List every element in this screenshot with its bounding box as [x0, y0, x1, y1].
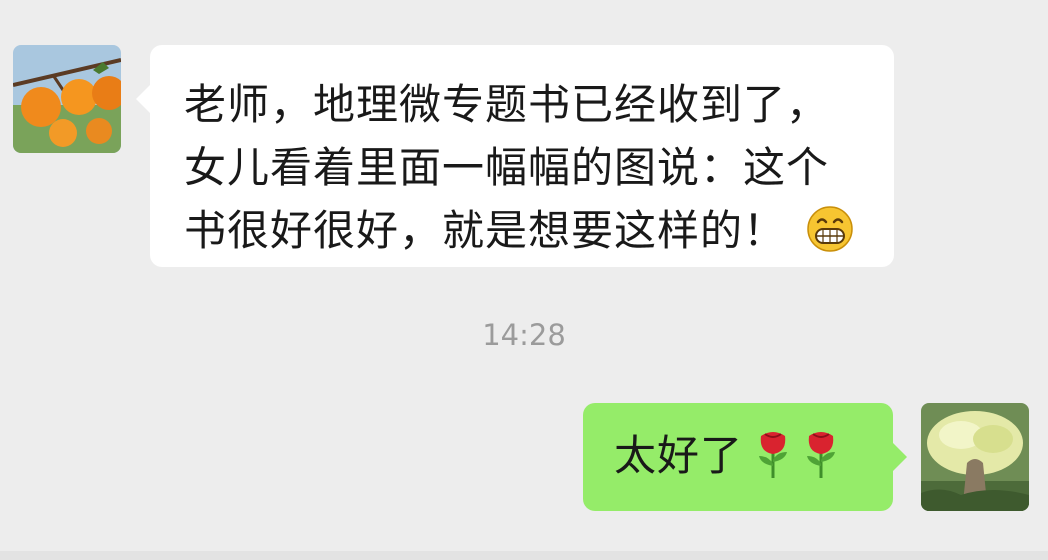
incoming-message-line-3-text: 书很好很好，就是想要这样的！	[184, 206, 787, 255]
tree-avatar-icon	[921, 403, 1029, 511]
persimmon-avatar-icon	[13, 45, 121, 153]
incoming-message-line-1: 老师，地理微专题书已经收到了，	[184, 80, 830, 129]
incoming-message-bubble[interactable]: 老师，地理微专题书已经收到了， 女儿看着里面一幅幅的图说：这个 书很好很好，就是…	[136, 45, 894, 270]
bottom-edge	[0, 551, 1048, 560]
message-timestamp: 14:28	[482, 318, 566, 352]
rose-emoji-icon	[803, 428, 839, 499]
outgoing-message-bubble[interactable]: 太好了	[583, 403, 907, 511]
outgoing-message-line: 太好了	[614, 423, 893, 499]
incoming-message-line-3: 书很好很好，就是想要这样的！	[184, 199, 870, 270]
contact-avatar[interactable]	[13, 45, 121, 153]
incoming-message-line-2: 女儿看着里面一幅幅的图说：这个	[184, 143, 830, 192]
grin-emoji-icon	[806, 205, 854, 270]
self-avatar[interactable]	[921, 403, 1029, 511]
rose-emoji-icon	[755, 428, 791, 499]
outgoing-message-text: 太好了	[614, 431, 744, 480]
